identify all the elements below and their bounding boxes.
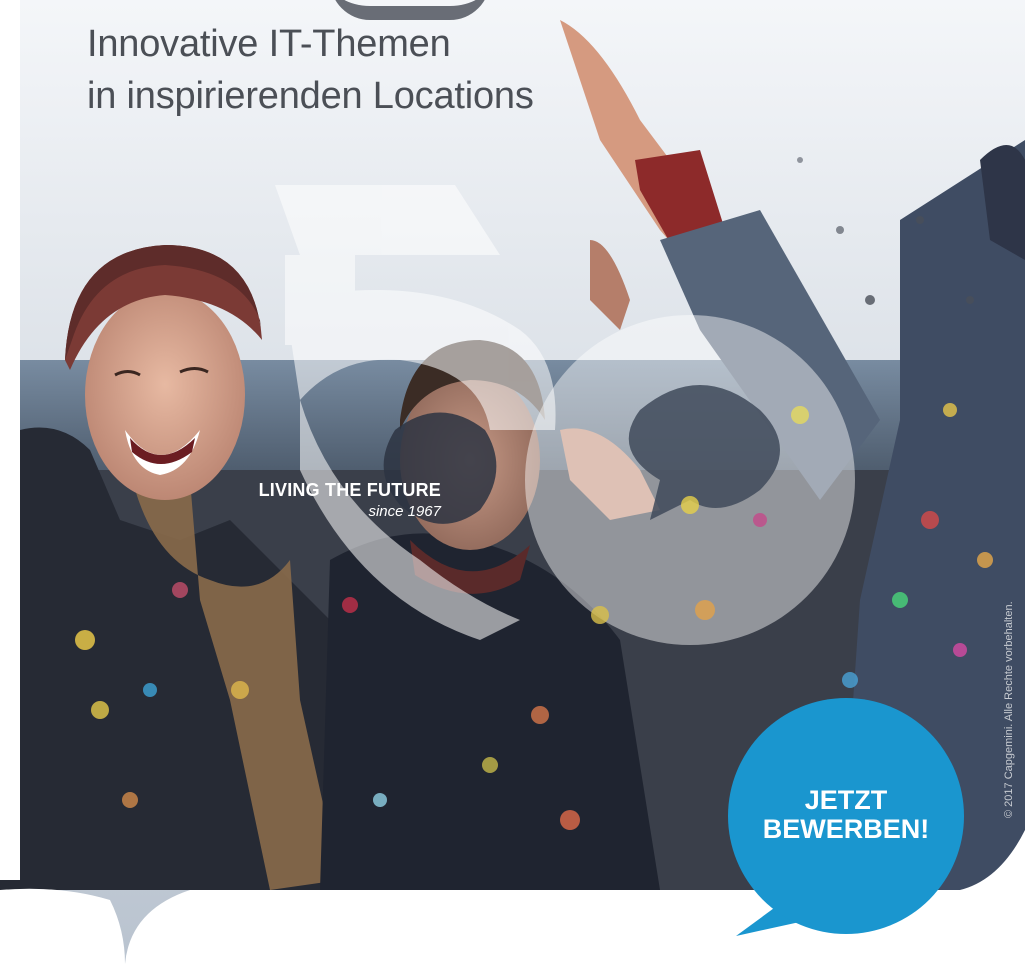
tagline-main: LIVING THE FUTURE [258, 480, 441, 500]
headline-line-1: Innovative IT-Themen [87, 23, 451, 65]
headline-line-2: in inspirierenden Locations [87, 75, 534, 117]
copyright-notice: © 2017 Capgemini. Alle Rechte vorbehalte… [1003, 601, 1015, 818]
tagline: LIVING THE FUTURE since 1967 [196, 480, 441, 520]
headline: Innovative IT-Themen in inspirierenden L… [87, 18, 534, 122]
tagline-sub: since 1967 [368, 503, 441, 520]
ad-poster: Innovative IT-Themen in inspirierenden L… [0, 0, 1025, 964]
apply-now-button[interactable] [728, 698, 964, 934]
